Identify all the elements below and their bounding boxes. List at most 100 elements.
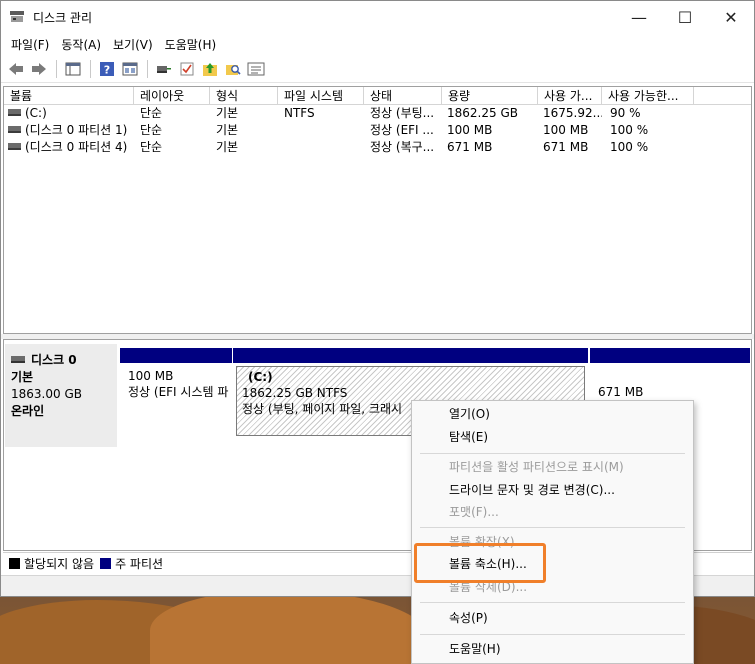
- menu-item-open[interactable]: 열기(O): [412, 403, 693, 425]
- primary-partition-swatch: [100, 558, 112, 569]
- column-header-status[interactable]: 상태: [364, 87, 442, 105]
- drive-icon: [8, 109, 21, 116]
- close-button[interactable]: ✕: [708, 1, 754, 33]
- disk-status: 온라인: [11, 404, 45, 418]
- forward-button[interactable]: [28, 58, 50, 80]
- back-button[interactable]: [5, 58, 27, 80]
- primary-partition-bar: [590, 348, 750, 363]
- toolbar-separator: [56, 60, 57, 78]
- properties-button[interactable]: [119, 58, 141, 80]
- cell-filesystem: [284, 122, 364, 139]
- help-button[interactable]: ?: [96, 58, 118, 80]
- minimize-button[interactable]: —: [616, 1, 662, 33]
- svg-text:?: ?: [104, 64, 110, 77]
- menu-help[interactable]: 도움말(H): [159, 36, 223, 53]
- cell-status: 정상 (부팅...: [370, 106, 435, 120]
- back-arrow-icon: [9, 63, 23, 75]
- cell-volume: (C:): [8, 105, 134, 122]
- volume-list: 볼륨 레이아웃 형식 파일 시스템 상태 용량 사용 가... 사용 가능한..…: [3, 86, 752, 334]
- help-icon: ?: [100, 62, 114, 77]
- check-disk-icon: [180, 62, 194, 76]
- menu-separator: [420, 453, 685, 454]
- connect-disk-button[interactable]: [153, 58, 175, 80]
- menu-action[interactable]: 동작(A): [55, 36, 107, 53]
- menu-item-help[interactable]: 도움말(H): [412, 638, 693, 660]
- disk-name: 디스크 0: [31, 353, 77, 367]
- console-tree-button[interactable]: [62, 58, 84, 80]
- cell-capacity: 100 MB: [447, 123, 493, 137]
- legend-unallocated: 할당되지 않음: [24, 557, 95, 571]
- primary-partition-bar: [120, 348, 232, 363]
- cell-capacity: 671 MB: [447, 140, 493, 154]
- menu-item-change-drive-letter[interactable]: 드라이브 문자 및 경로 변경(C)...: [412, 479, 693, 501]
- cell-type: 기본: [216, 106, 239, 120]
- disk-0-label[interactable]: 디스크 0 기본 1863.00 GB 온라인: [5, 344, 117, 447]
- menu-item-mark-active[interactable]: 파티션을 활성 파티션으로 표시(M): [412, 456, 693, 478]
- list-header: 볼륨 레이아웃 형식 파일 시스템 상태 용량 사용 가... 사용 가능한..…: [4, 87, 751, 105]
- window-title: 디스크 관리: [33, 11, 93, 25]
- cell-volume: (디스크 0 파티션 1): [8, 122, 134, 139]
- primary-partition-bar: [233, 348, 588, 363]
- connect-disk-icon: [157, 66, 171, 73]
- table-row[interactable]: (C:) 단순 기본 NTFS 정상 (부팅... 1862.25 GB 167…: [4, 105, 751, 122]
- disk-icon: [11, 356, 25, 363]
- menu-view[interactable]: 보기(V): [107, 36, 159, 53]
- up-folder-button[interactable]: [199, 58, 221, 80]
- column-header-capacity[interactable]: 용량: [442, 87, 538, 105]
- settings-list-button[interactable]: [245, 58, 267, 80]
- shrink-volume-highlight: [414, 543, 546, 583]
- cell-percent-free: 90 %: [610, 106, 641, 120]
- partition-size: 671 MB: [598, 385, 644, 399]
- column-header-percent-free[interactable]: 사용 가능한...: [602, 87, 694, 105]
- disk-size: 1863.00 GB: [11, 387, 82, 401]
- cell-volume: (디스크 0 파티션 4): [8, 139, 134, 156]
- table-row[interactable]: (디스크 0 파티션 4) 단순 기본 정상 (복구... 671 MB 671…: [4, 139, 751, 156]
- up-folder-icon: [203, 63, 217, 76]
- menu-item-format[interactable]: 포맷(F)...: [412, 501, 693, 523]
- menu-separator: [420, 602, 685, 603]
- cell-free-space: 1675.92...: [543, 106, 602, 120]
- cell-layout: 단순: [140, 123, 163, 137]
- drive-icon: [8, 143, 21, 150]
- cell-percent-free: 100 %: [610, 123, 649, 137]
- column-header-layout[interactable]: 레이아웃: [134, 87, 210, 105]
- toolbar-separator: [147, 60, 148, 78]
- cell-capacity: 1862.25 GB: [447, 106, 518, 120]
- drive-icon: [8, 126, 21, 133]
- cell-layout: 단순: [140, 106, 163, 120]
- cell-status: 정상 (EFI ...: [370, 123, 434, 137]
- column-header-filesystem[interactable]: 파일 시스템: [278, 87, 364, 105]
- partition-size: 1862.25 GB NTFS: [242, 386, 348, 400]
- title-bar[interactable]: 디스크 관리 — ☐ ✕: [1, 1, 754, 33]
- menu-separator: [420, 527, 685, 528]
- legend-primary: 주 파티션: [115, 557, 164, 571]
- partition-efi[interactable]: 100 MB 정상 (EFI 시스템 파: [120, 348, 232, 440]
- maximize-button[interactable]: ☐: [662, 1, 708, 33]
- column-header-volume[interactable]: 볼륨: [4, 87, 134, 105]
- toolbar: ?: [1, 56, 754, 83]
- cell-status: 정상 (복구...: [370, 140, 435, 154]
- menu-item-properties[interactable]: 속성(P): [412, 607, 693, 629]
- search-folder-icon: [226, 65, 241, 75]
- menu-item-explore[interactable]: 탐색(E): [412, 426, 693, 448]
- partition-status: 정상 (EFI 시스템 파: [128, 385, 229, 399]
- disk-type: 기본: [11, 370, 34, 384]
- menu-file[interactable]: 파일(F): [5, 36, 55, 53]
- cell-type: 기본: [216, 140, 239, 154]
- properties-icon: [122, 62, 138, 76]
- check-disk-button[interactable]: [176, 58, 198, 80]
- desktop-rock: [150, 590, 430, 664]
- search-folder-button[interactable]: [222, 58, 244, 80]
- cell-filesystem: [284, 139, 364, 156]
- table-row[interactable]: (디스크 0 파티션 1) 단순 기본 정상 (EFI ... 100 MB 1…: [4, 122, 751, 139]
- forward-arrow-icon: [32, 63, 46, 75]
- disk-management-app-icon: [10, 11, 24, 22]
- cell-layout: 단순: [140, 140, 163, 154]
- cell-free-space: 671 MB: [543, 140, 589, 154]
- menu-bar: 파일(F) 동작(A) 보기(V) 도움말(H): [1, 33, 754, 55]
- column-header-free-space[interactable]: 사용 가...: [538, 87, 602, 105]
- column-header-type[interactable]: 형식: [210, 87, 278, 105]
- menu-separator: [420, 634, 685, 635]
- toolbar-separator: [90, 60, 91, 78]
- cell-free-space: 100 MB: [543, 123, 589, 137]
